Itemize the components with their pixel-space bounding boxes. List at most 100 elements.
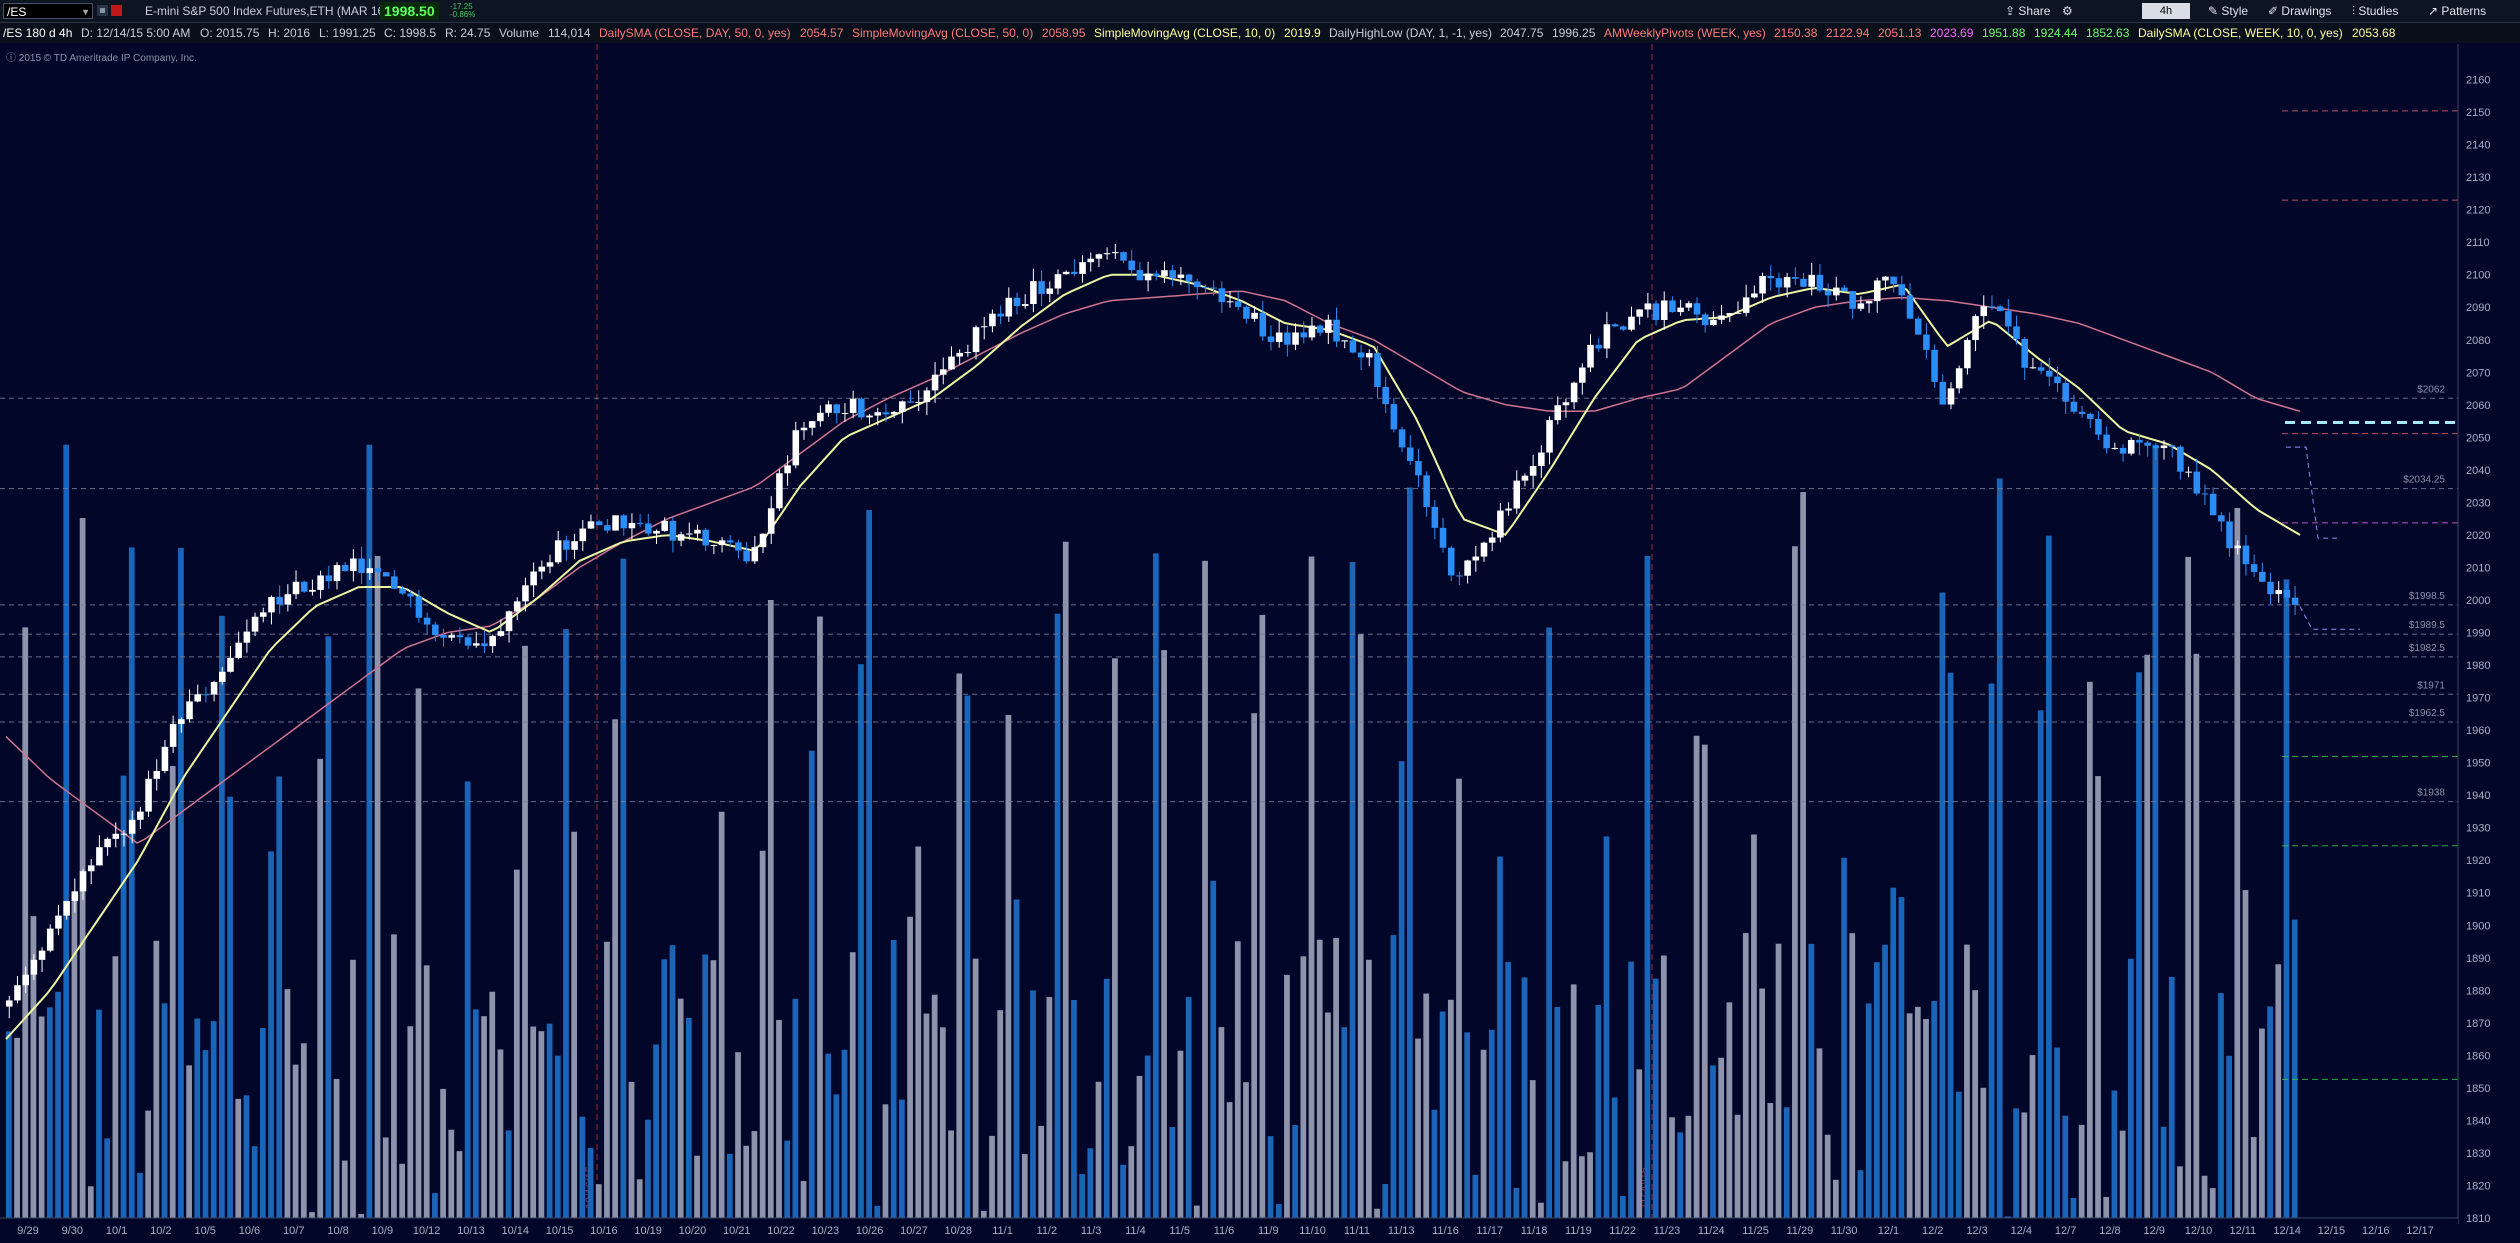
candle-body (407, 593, 415, 597)
candle-body (1742, 297, 1750, 313)
price-tick-label: 1880 (2466, 985, 2490, 997)
candle-body (268, 596, 275, 613)
candle-body (1087, 258, 1095, 263)
price-axis[interactable]: 1810 1820 1830 1840 1850 1860 1870 1880 1890 1900… (2457, 44, 2520, 1243)
candle-body (907, 401, 914, 403)
drawings-button[interactable]: ✐ Drawings (2268, 2, 2331, 20)
volume-bar (1415, 1038, 1421, 1218)
timeframe-selector[interactable]: 4h (2142, 3, 2190, 19)
volume-bar (1882, 944, 1888, 1218)
candle-body (1947, 388, 1955, 405)
volume-bar (1636, 1069, 1643, 1218)
style-button[interactable]: ✎ Style (2208, 2, 2248, 20)
volume-bar (325, 636, 332, 1218)
date-tick-label: 11/4 (1125, 1225, 1146, 1237)
price-tick-label: 1850 (2466, 1083, 2490, 1095)
volume-bar (276, 776, 283, 1218)
price-chart[interactable]: 10/16/1511/20/15 2150.382122.94$20622054… (0, 44, 2520, 1243)
candle-body (1046, 288, 1054, 294)
candle-body (284, 594, 292, 605)
candle-body (1767, 275, 1775, 279)
candle-body (137, 811, 144, 820)
study-value: H: 2016 (268, 26, 311, 40)
volume-bar (1013, 899, 1020, 1218)
volume-bar (2218, 993, 2224, 1218)
info-icon: ⓘ (6, 53, 16, 64)
volume-bar (1742, 933, 1749, 1218)
price-axis-bg (2458, 44, 2520, 1243)
candle-body (636, 522, 644, 524)
volume-bar (1210, 880, 1217, 1218)
volume-bar (292, 1064, 299, 1218)
date-tick-label: 10/23 (812, 1225, 840, 1237)
volume-bar (1980, 1087, 1987, 1218)
candle-body (964, 352, 972, 354)
candle-body (1415, 461, 1422, 476)
symbol-input[interactable]: /ES ▼ (3, 3, 93, 19)
candle-body (939, 369, 947, 375)
price-tick-label: 1860 (2466, 1050, 2490, 1062)
color-link-icon[interactable] (111, 5, 122, 16)
study-value: DailyHighLow (DAY, 1, -1, yes) (1329, 26, 1492, 40)
volume-bar (1914, 1006, 1921, 1218)
volume-bar (2242, 890, 2249, 1218)
candle-body (784, 465, 791, 474)
volume-bar (96, 1009, 102, 1218)
instrument-description: E-mini S&P 500 Index Futures,ETH (MAR 16… (145, 4, 389, 18)
volume-bar (2103, 1196, 2110, 1218)
candle-body (2054, 376, 2061, 383)
study-value: AMWeeklyPivots (WEEK, yes) (1604, 26, 1766, 40)
candle-body (2021, 338, 2028, 368)
volume-bar (1685, 1115, 1692, 1218)
candle-body (1030, 281, 1037, 305)
volume-bar (1800, 492, 1806, 1219)
price-tick-label: 1900 (2466, 920, 2490, 932)
link-icon[interactable] (97, 5, 108, 16)
volume-bar (481, 1016, 487, 1218)
volume-bar (1792, 546, 1798, 1218)
volume-bar (538, 1031, 545, 1218)
candle-body (71, 891, 79, 901)
volume-bar (1292, 1125, 1299, 1218)
volume-bar (63, 444, 70, 1218)
volume-bar (2062, 1115, 2069, 1218)
symbol-dropdown-icon[interactable]: ▼ (81, 4, 90, 20)
time-axis[interactable]: 9/29 9/30 10/1 10/2 10/5 10/6 10/7 10/8 10/9 10/1… (0, 1217, 2458, 1243)
volume-bar (2291, 919, 2298, 1218)
share-button[interactable]: ⇪ Share (2005, 2, 2050, 20)
candle-body (382, 572, 390, 577)
candle-body (1693, 303, 1701, 315)
volume-bar (2234, 507, 2241, 1218)
date-tick-label: 11/6 (1214, 1225, 1235, 1237)
volume-bar (1366, 959, 1372, 1218)
candle-body (1341, 340, 1348, 342)
study-value: DailySMA (CLOSE, WEEK, 10, 0, yes) (2138, 26, 2343, 40)
study-value: 2122.94 (1826, 26, 1870, 40)
volume-bar (825, 1053, 832, 1218)
volume-bar (464, 781, 471, 1218)
candle-body (620, 515, 628, 529)
studies-button[interactable]: ⫶ Studies (2352, 2, 2398, 20)
candle-body (30, 959, 38, 975)
price-tick-label: 2130 (2466, 172, 2490, 184)
candle-body (1390, 404, 1398, 430)
volume-bar (1824, 1134, 1831, 1218)
candle-body (899, 401, 906, 412)
candle-body (1628, 316, 1635, 330)
candle-body (849, 398, 857, 413)
price-tick-label: 1930 (2466, 823, 2490, 835)
volume-bar (1693, 735, 1700, 1218)
volume-bar (1775, 943, 1782, 1218)
candle-body (587, 521, 595, 529)
volume-bar (1218, 1027, 1225, 1218)
volume-bar (1087, 1148, 1094, 1218)
volume-bar (1349, 562, 1356, 1218)
study-value: DailySMA (CLOSE, DAY, 50, 0, yes) (599, 26, 791, 40)
date-tick-label: 11/16 (1432, 1225, 1459, 1237)
volume-bar (907, 916, 913, 1218)
patterns-button[interactable]: ↗ Patterns (2428, 2, 2486, 20)
candle-body (1439, 527, 1447, 548)
volume-bar (505, 1130, 512, 1218)
settings-button[interactable]: ⚙ (2062, 2, 2073, 20)
candle-body (1062, 271, 1070, 275)
